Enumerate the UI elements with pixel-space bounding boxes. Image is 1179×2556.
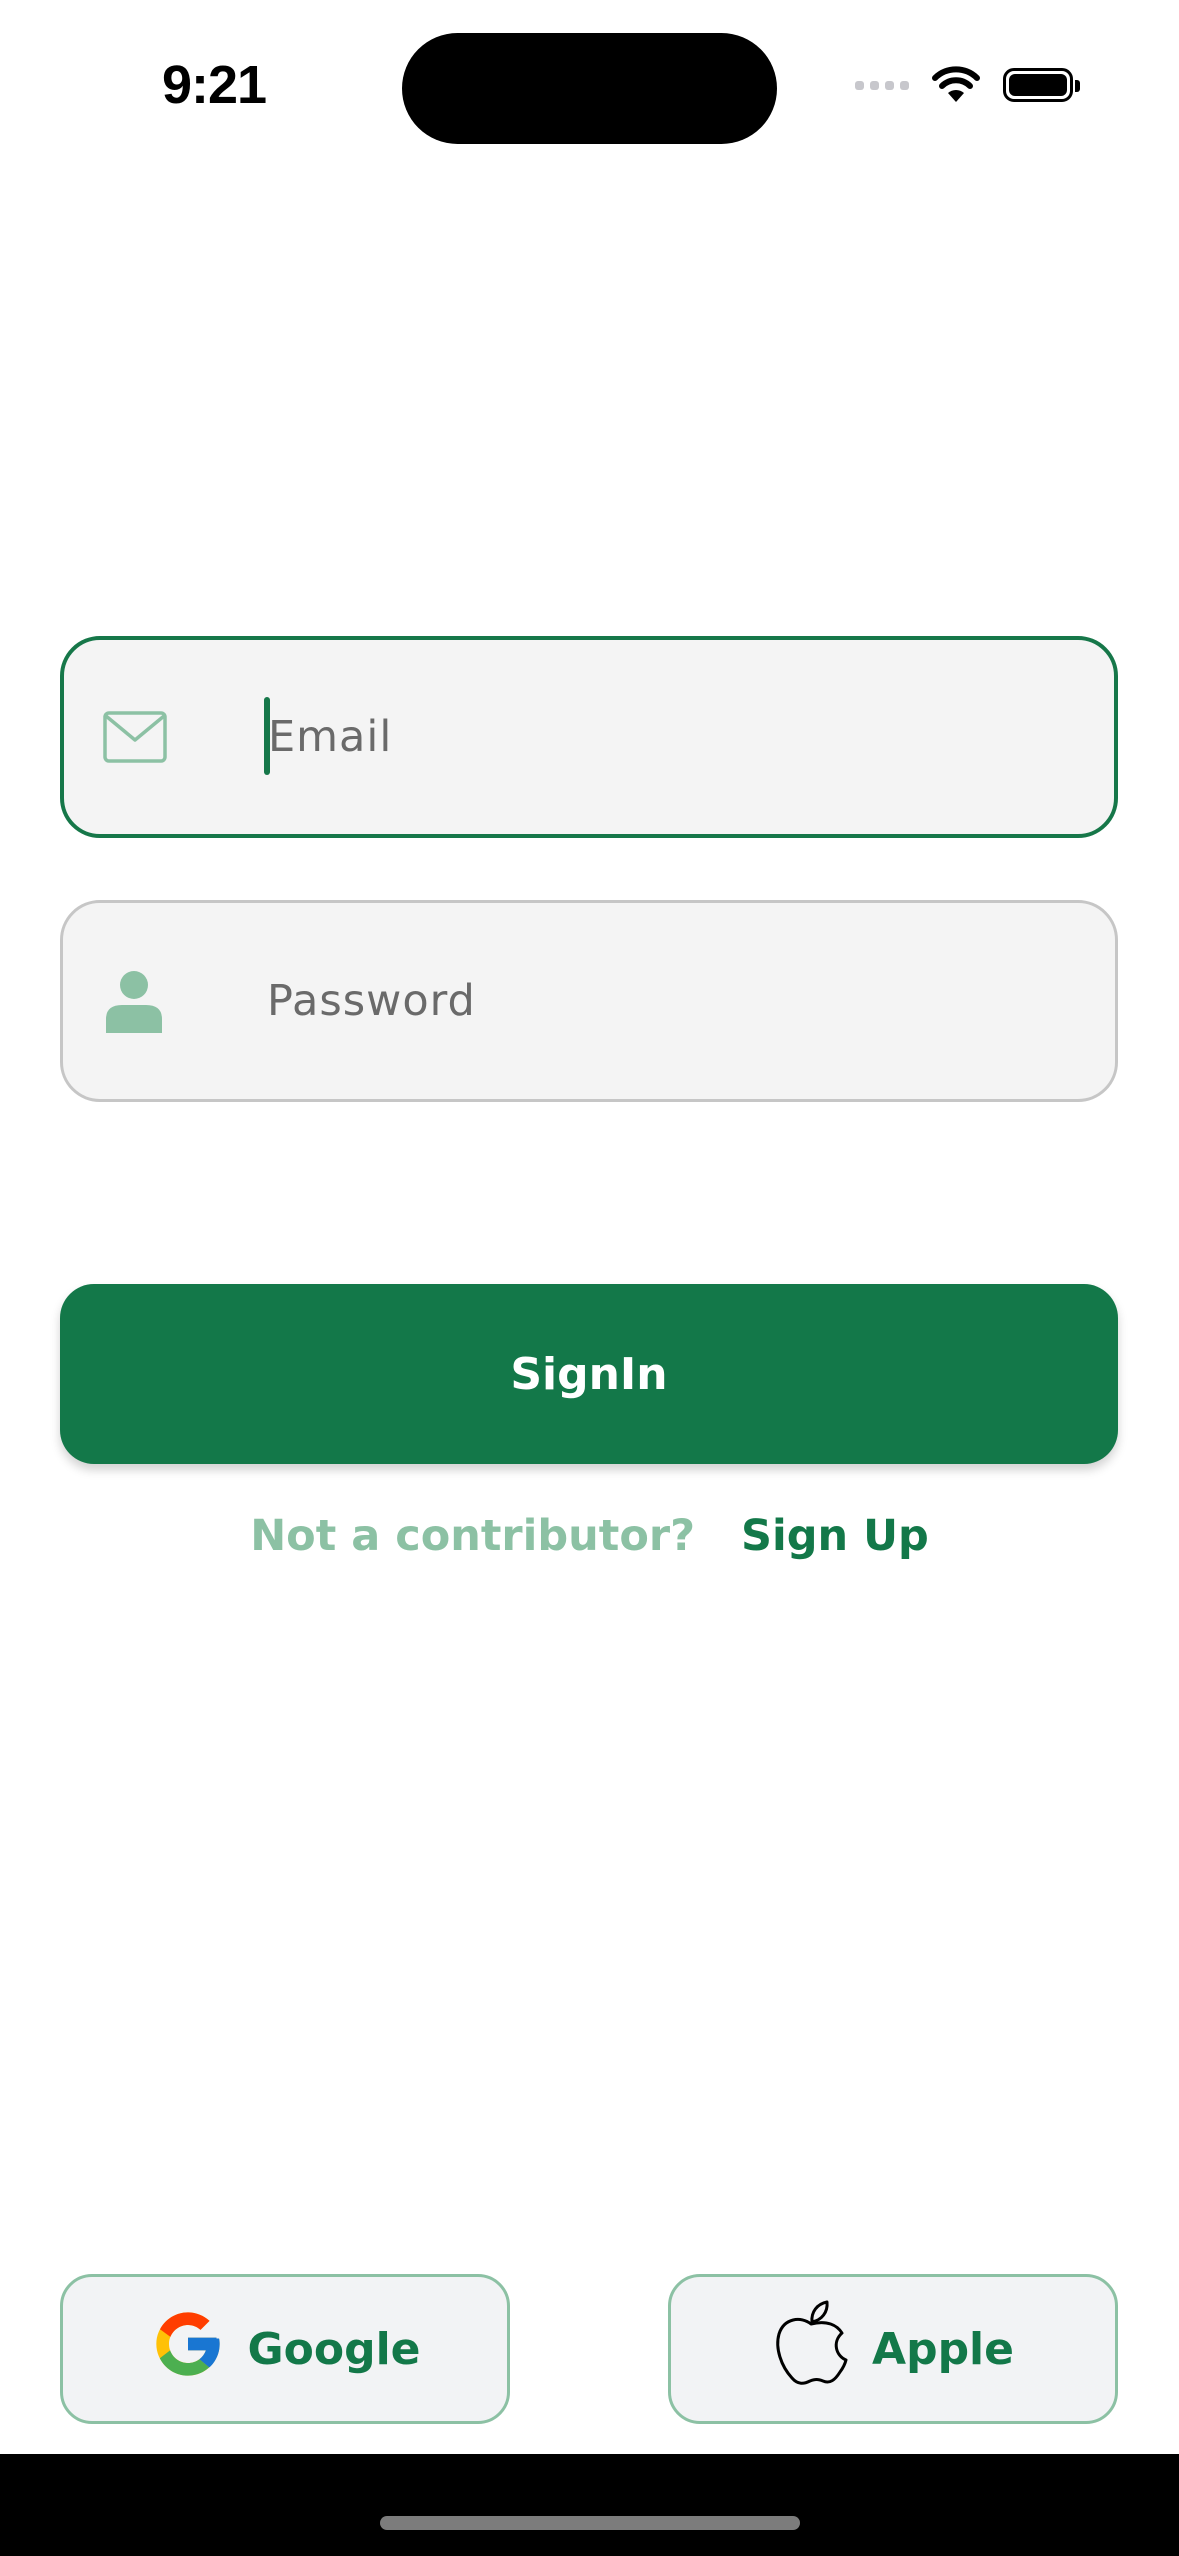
apple-label: Apple — [872, 2323, 1014, 2375]
signup-row: Not a contributor? Sign Up — [0, 1504, 1179, 1568]
signup-prompt: Not a contributor? — [250, 1511, 696, 1561]
google-label: Google — [247, 2323, 421, 2375]
google-signin-button[interactable]: Google — [60, 2274, 510, 2424]
email-placeholder: Email — [268, 712, 393, 762]
email-field[interactable]: Email — [60, 636, 1118, 838]
google-icon — [150, 2306, 226, 2393]
apple-signin-button[interactable]: Apple — [668, 2274, 1118, 2424]
wifi-icon — [932, 66, 980, 102]
status-time: 9:21 — [162, 55, 267, 115]
status-icons — [855, 60, 1080, 110]
person-icon — [101, 968, 167, 1034]
password-field[interactable]: Password — [60, 900, 1118, 1102]
apple-icon — [772, 2300, 850, 2399]
home-indicator[interactable] — [380, 2516, 800, 2530]
battery-icon — [1003, 68, 1080, 102]
signup-link[interactable]: Sign Up — [741, 1511, 929, 1561]
dynamic-island — [402, 33, 777, 144]
password-placeholder: Password — [267, 976, 476, 1026]
cellular-signal-icon — [855, 80, 909, 90]
mail-icon — [102, 704, 168, 770]
home-bar-area — [0, 2454, 1179, 2556]
signin-button[interactable]: SignIn — [60, 1284, 1118, 1464]
